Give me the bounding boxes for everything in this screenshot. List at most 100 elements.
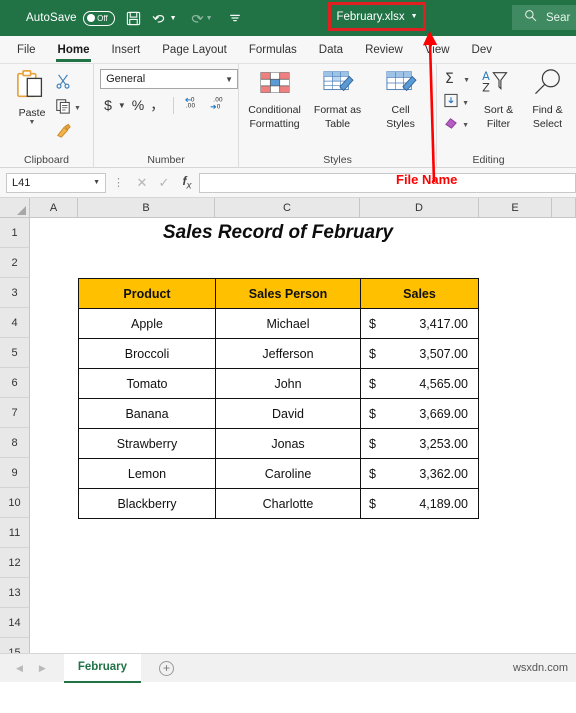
filename-dropdown-caret[interactable]: ▼ [411, 13, 418, 20]
row-header-15[interactable]: 15 [0, 638, 30, 653]
copy-dropdown-caret[interactable]: ▼ [74, 105, 81, 112]
row-header-6[interactable]: 6 [0, 368, 30, 398]
confirm-icon[interactable]: ✓ [153, 175, 175, 191]
cell-sales[interactable]: $ 3,253.00 [360, 428, 479, 459]
copy-icon[interactable] [55, 98, 71, 119]
column-header-a[interactable]: A [30, 198, 78, 218]
column-header-c[interactable]: C [215, 198, 360, 218]
autosum-dropdown-caret[interactable]: ▼ [463, 77, 470, 84]
row-header-11[interactable]: 11 [0, 518, 30, 548]
grid-cells-area[interactable]: Sales Record of February Product Sales P… [30, 218, 576, 653]
select-all-corner[interactable] [0, 198, 30, 218]
cut-icon[interactable] [55, 73, 71, 94]
row-header-7[interactable]: 7 [0, 398, 30, 428]
cell-product[interactable]: Tomato [78, 368, 216, 399]
clear-icon[interactable] [443, 115, 459, 135]
cell-sales[interactable]: $ 3,362.00 [360, 458, 479, 489]
column-header-f[interactable] [552, 198, 576, 218]
column-header-e[interactable]: E [479, 198, 552, 218]
tab-data[interactable]: Data [308, 36, 354, 64]
cell-sales[interactable]: $ 3,417.00 [360, 308, 479, 339]
tab-page-layout[interactable]: Page Layout [151, 36, 238, 64]
row-header-12[interactable]: 12 [0, 548, 30, 578]
autosave-toggle[interactable]: Off [82, 10, 115, 26]
number-format-select[interactable]: General ▼ [100, 69, 239, 89]
row-header-2[interactable]: 2 [0, 248, 30, 278]
cell-sales-person[interactable]: John [215, 368, 361, 399]
fill-dropdown-caret[interactable]: ▼ [462, 100, 469, 107]
save-icon[interactable] [126, 11, 141, 26]
next-sheet-icon[interactable]: ▶ [39, 663, 46, 674]
row-header-5[interactable]: 5 [0, 338, 30, 368]
cell-sales-person[interactable]: Caroline [215, 458, 361, 489]
cell-product[interactable]: Strawberry [78, 428, 216, 459]
accounting-dropdown-caret[interactable]: ▼ [118, 101, 126, 110]
format-painter-icon[interactable] [55, 123, 72, 144]
fx-icon[interactable]: fx [175, 174, 199, 191]
filename-label[interactable]: February.xlsx [336, 11, 404, 23]
cell-styles-button[interactable]: Cell Styles [370, 68, 431, 130]
format-as-table-button[interactable]: Format as Table [307, 68, 368, 130]
percent-style-button[interactable]: % [132, 97, 144, 113]
cell-sales[interactable]: $ 4,565.00 [360, 368, 479, 399]
table-header-sales[interactable]: Sales [360, 278, 479, 309]
undo-icon[interactable] [152, 11, 168, 26]
cell-sales-person[interactable]: Jefferson [215, 338, 361, 369]
column-header-d[interactable]: D [360, 198, 479, 218]
increase-decimal-button[interactable]: .00 0 [208, 95, 227, 115]
cell-sales-person[interactable]: Charlotte [215, 488, 361, 519]
fill-icon[interactable] [443, 93, 459, 113]
cancel-icon[interactable]: ✕ [131, 175, 153, 191]
table-header-product[interactable]: Product [78, 278, 216, 309]
conditional-formatting-button[interactable]: Conditional Formatting [244, 68, 305, 130]
cell-product[interactable]: Apple [78, 308, 216, 339]
find-select-button[interactable]: Find & Select [523, 68, 572, 130]
row-header-1[interactable]: 1 [0, 218, 30, 248]
paste-button[interactable]: Paste ▼ [9, 69, 55, 126]
sheet-title-cell[interactable]: Sales Record of February [78, 221, 478, 245]
cell-product[interactable]: Lemon [78, 458, 216, 489]
cell-product[interactable]: Banana [78, 398, 216, 429]
cell-sales-person[interactable]: Michael [215, 308, 361, 339]
autosum-icon[interactable]: Σ [443, 70, 460, 91]
name-box[interactable]: L41 ▼ [6, 172, 106, 193]
redo-dropdown-caret[interactable]: ▼ [206, 15, 213, 22]
cell-sales-person[interactable]: Jonas [215, 428, 361, 459]
decrease-decimal-button[interactable]: 0.00 [183, 95, 202, 115]
undo-dropdown-caret[interactable]: ▼ [170, 15, 177, 22]
row-header-10[interactable]: 10 [0, 488, 30, 518]
tab-developer[interactable]: Dev [461, 36, 503, 64]
row-header-14[interactable]: 14 [0, 608, 30, 638]
row-header-8[interactable]: 8 [0, 428, 30, 458]
paste-dropdown-caret[interactable]: ▼ [29, 119, 36, 126]
add-sheet-icon[interactable]: + [159, 660, 175, 676]
sheet-tab-february[interactable]: February [63, 653, 142, 683]
prev-sheet-icon[interactable]: ◀ [16, 663, 23, 674]
row-header-3[interactable]: 3 [0, 278, 30, 308]
row-header-9[interactable]: 9 [0, 458, 30, 488]
cell-sales[interactable]: $ 3,669.00 [360, 398, 479, 429]
cell-product[interactable]: Blackberry [78, 488, 216, 519]
tab-review[interactable]: Review [354, 36, 414, 64]
cell-sales[interactable]: $ 4,189.00 [360, 488, 479, 519]
tab-file[interactable]: File [6, 36, 47, 64]
tab-home[interactable]: Home [47, 36, 101, 64]
cell-sales[interactable]: $ 3,507.00 [360, 338, 479, 369]
comma-style-button[interactable]: ， [150, 95, 164, 115]
tab-insert[interactable]: Insert [100, 36, 151, 64]
row-header-4[interactable]: 4 [0, 308, 30, 338]
cell-product[interactable]: Broccoli [78, 338, 216, 369]
table-header-sales-person[interactable]: Sales Person [215, 278, 361, 309]
tab-formulas[interactable]: Formulas [238, 36, 308, 64]
clear-dropdown-caret[interactable]: ▼ [462, 122, 469, 129]
cell-sales-person[interactable]: David [215, 398, 361, 429]
row-header-13[interactable]: 13 [0, 578, 30, 608]
search-box[interactable]: Sear [512, 5, 576, 30]
redo-icon[interactable] [188, 11, 204, 26]
customize-quick-access-icon[interactable] [228, 11, 242, 25]
tab-view[interactable]: View [414, 36, 461, 64]
column-header-b[interactable]: B [78, 198, 215, 218]
sort-filter-button[interactable]: A Z Sort & Filter [474, 68, 523, 130]
formula-input[interactable] [199, 172, 576, 193]
accounting-format-button[interactable]: $ [104, 97, 112, 113]
